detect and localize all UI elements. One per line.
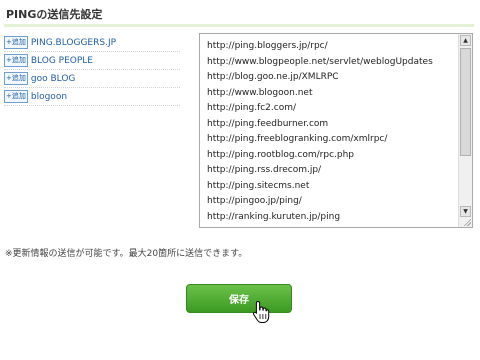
add-button[interactable]: +追加 — [4, 72, 28, 85]
arrow-down-icon[interactable]: ▼ — [460, 206, 471, 217]
help-note: ※更新情報の送信が可能です。最大20箇所に送信できます。 — [5, 249, 248, 259]
arrow-up-icon[interactable]: ▲ — [460, 35, 471, 46]
ping-service-item: +追加 goo BLOG — [4, 70, 180, 88]
add-button[interactable]: +追加 — [4, 54, 28, 67]
ping-url-textarea[interactable]: http://ping.bloggers.jp/rpc/ http://www.… — [199, 33, 473, 228]
scrollbar[interactable]: ▲ ▼ — [458, 34, 472, 227]
ping-service-link[interactable]: goo BLOG — [31, 74, 76, 84]
ping-service-item: +追加 blogoon — [4, 88, 180, 106]
resize-grip-icon[interactable] — [463, 218, 471, 226]
section-title: PINGの送信先設定 — [6, 8, 103, 21]
ping-url-text[interactable]: http://ping.bloggers.jp/rpc/ http://www.… — [207, 39, 457, 227]
add-button[interactable]: +追加 — [4, 36, 28, 49]
ping-service-list: +追加 PING.BLOGGERS.JP +追加 BLOG PEOPLE +追加… — [4, 34, 180, 106]
ping-service-item: +追加 BLOG PEOPLE — [4, 52, 180, 70]
ping-service-link[interactable]: BLOG PEOPLE — [31, 56, 93, 66]
scrollbar-thumb[interactable] — [460, 48, 471, 156]
add-button[interactable]: +追加 — [4, 90, 28, 103]
title-underline — [4, 24, 474, 27]
ping-service-link[interactable]: blogoon — [31, 92, 67, 102]
save-button[interactable]: 保存 — [186, 284, 292, 313]
ping-service-link[interactable]: PING.BLOGGERS.JP — [31, 38, 116, 48]
ping-service-item: +追加 PING.BLOGGERS.JP — [4, 34, 180, 52]
hand-pointer-icon — [253, 301, 270, 323]
